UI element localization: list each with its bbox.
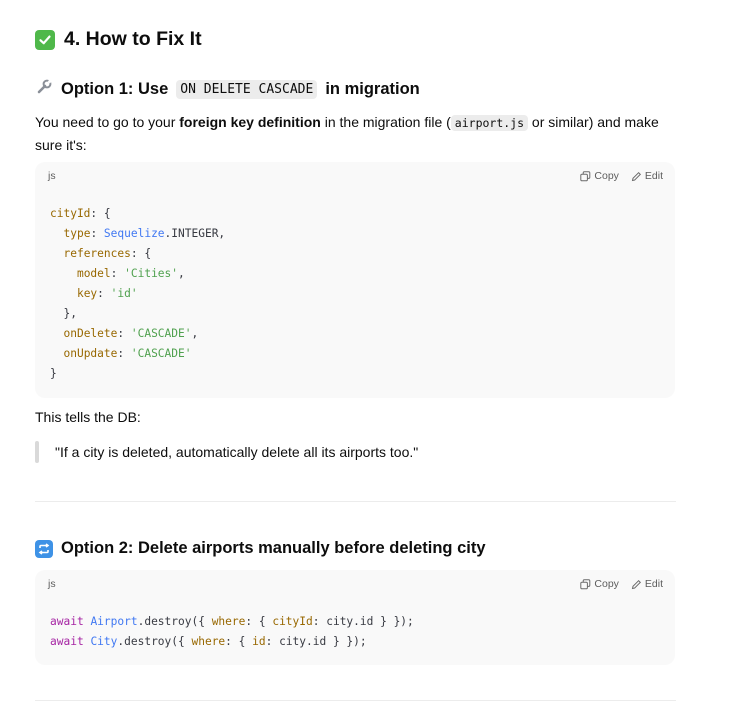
copy-label: Copy xyxy=(594,578,619,590)
option1-heading-code: ON DELETE CASCADE xyxy=(176,80,318,99)
code-block: js Copy Edit await Airport.destroy({ whe… xyxy=(35,570,675,665)
blockquote: "If a city is deleted, automatically del… xyxy=(35,441,418,463)
para-text: in the migration file ( xyxy=(320,114,451,130)
pencil-icon xyxy=(631,579,642,590)
code-language-label: js xyxy=(48,170,56,182)
option1-paragraph: You need to go to your foreign key defin… xyxy=(35,111,665,156)
code-block-actions: Copy Edit xyxy=(580,578,663,590)
code-block-actions: Copy Edit xyxy=(580,170,663,182)
edit-label: Edit xyxy=(644,170,663,182)
copy-icon xyxy=(580,170,591,182)
check-mark-button-icon xyxy=(35,29,55,50)
option1-heading-prefix: Option 1: Use xyxy=(61,80,169,98)
section-heading: 4. How to Fix It xyxy=(35,28,202,51)
copy-label: Copy xyxy=(594,170,619,182)
para-inline-code: airport.js xyxy=(450,115,529,131)
code-language-label: js xyxy=(48,578,56,590)
blockquote-text: "If a city is deleted, automatically del… xyxy=(55,444,419,460)
code-content: cityId: { type: Sequelize.INTEGER, refer… xyxy=(50,207,226,380)
section-title: 4. How to Fix It xyxy=(64,28,202,50)
repeat-button-icon xyxy=(35,539,53,558)
copy-button[interactable]: Copy xyxy=(580,170,619,182)
pencil-icon xyxy=(631,171,642,182)
code-content: await Airport.destroy({ where: { cityId:… xyxy=(50,615,414,648)
option2-heading-text: Option 2: Delete airports manually befor… xyxy=(61,539,486,557)
edit-button[interactable]: Edit xyxy=(631,578,663,590)
divider xyxy=(35,501,676,502)
para-text: You need to go to your xyxy=(35,114,180,130)
option1-heading: Option 1: Use ON DELETE CASCADE in migra… xyxy=(35,78,420,101)
after-code-text: This tells the DB: xyxy=(35,409,141,425)
blockquote-bar xyxy=(35,441,39,463)
copy-button[interactable]: Copy xyxy=(580,578,619,590)
edit-button[interactable]: Edit xyxy=(631,170,663,182)
option1-heading-suffix: in migration xyxy=(325,80,420,98)
edit-label: Edit xyxy=(644,578,663,590)
option2-heading: Option 2: Delete airports manually befor… xyxy=(35,539,486,558)
code-block-header: js Copy Edit xyxy=(35,162,675,190)
code-block: js Copy Edit cityId: { type: Sequelize.I… xyxy=(35,162,675,398)
copy-icon xyxy=(580,578,591,590)
divider xyxy=(35,700,676,701)
para-bold: foreign key definition xyxy=(179,114,321,130)
wrench-icon xyxy=(35,78,53,101)
code-block-header: js Copy Edit xyxy=(35,570,675,598)
